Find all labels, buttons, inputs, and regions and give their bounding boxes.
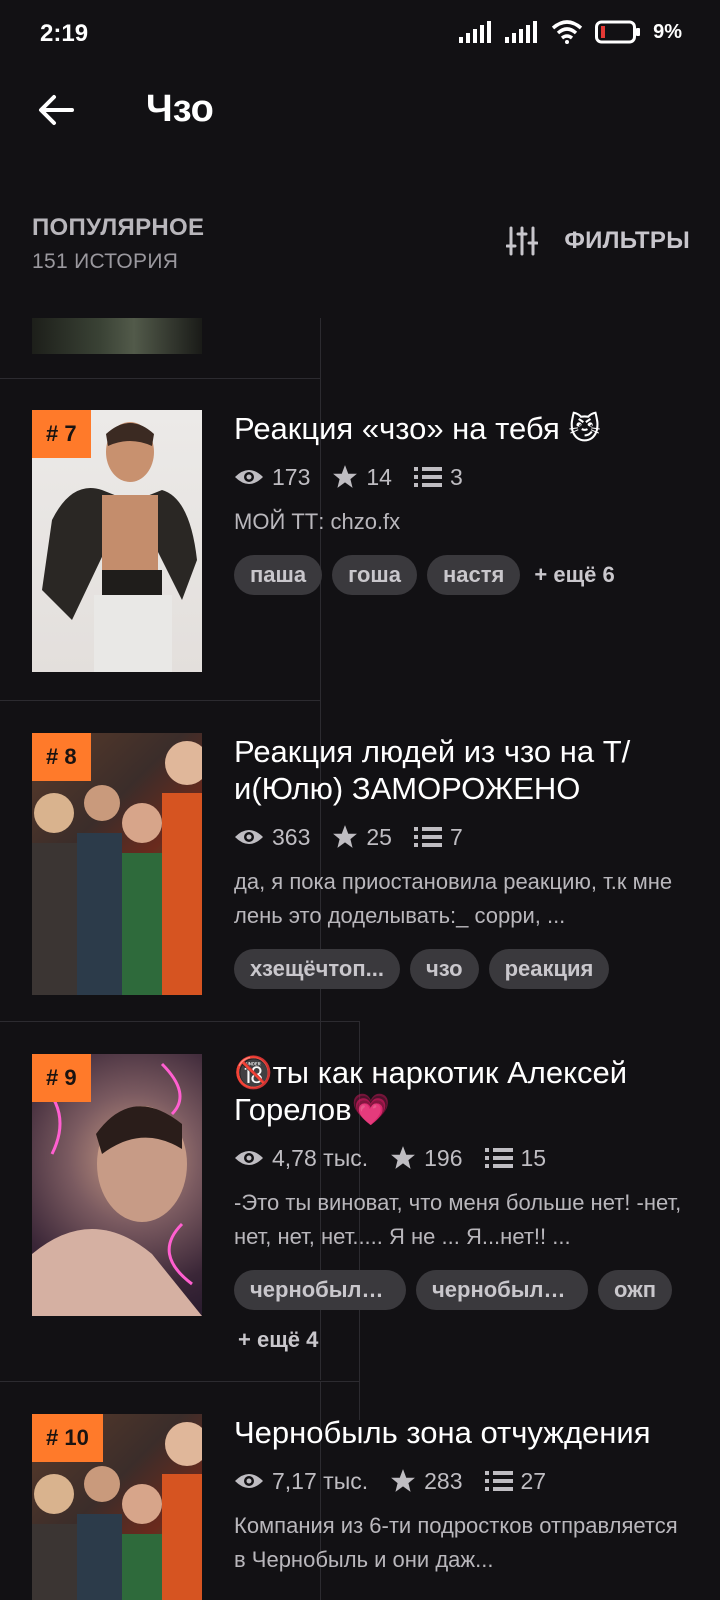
story-description: да, я пока приостановила реакцию, т.к мн…: [234, 869, 673, 928]
story-list[interactable]: # 7 Реакция «чзо» на тебя 😼 173 14 3 МОЙ…: [0, 318, 720, 1600]
tag-list: хзещёчтоп... чзо реакция: [234, 949, 684, 989]
tag-chip[interactable]: реакция: [488, 949, 610, 989]
rank-badge: # 9: [32, 1054, 91, 1102]
divider: [0, 1381, 360, 1382]
divider: [0, 1021, 360, 1022]
eye-icon: [235, 470, 263, 484]
story-info: Реакция людей из чзо на Т/и(Юлю) ЗАМОРОЖ…: [234, 733, 684, 989]
parts-count: 3: [449, 463, 463, 490]
story-title[interactable]: Реакция «чзо» на тебя 😼: [234, 410, 684, 447]
parts-count: 15: [520, 1144, 547, 1171]
story-cover[interactable]: # 8: [32, 733, 202, 995]
votes-count: 25: [366, 823, 392, 850]
parts-list-icon: [413, 467, 442, 487]
story-cover[interactable]: # 9: [32, 1054, 202, 1316]
story-title[interactable]: Чернобыль зона отчуждения: [234, 1414, 684, 1451]
status-icons: 9%: [459, 20, 682, 44]
story-count: 151 ИСТОРИЯ: [32, 250, 179, 273]
divider: [0, 378, 320, 379]
star-icon: [391, 1469, 416, 1492]
views-count: 7,17 тыс.: [272, 1467, 369, 1494]
tag-chip[interactable]: чернобыль...: [234, 1270, 406, 1310]
parts-count: 27: [520, 1467, 547, 1494]
tag-chip[interactable]: гоша: [332, 555, 417, 595]
votes-count: 283: [424, 1467, 463, 1494]
sliders-icon: [506, 226, 539, 256]
story-stats: 363 25 7: [234, 821, 684, 853]
signal-icon: [459, 21, 492, 43]
sort-bar: ПОПУЛЯРНОЕ 151 ИСТОРИЯ ФИЛЬТРЫ: [0, 200, 720, 310]
parts-count: 7: [449, 823, 463, 850]
battery-icon: [595, 20, 641, 44]
status-time: 2:19: [40, 20, 89, 47]
eye-icon: [235, 1474, 263, 1488]
status-bar: 2:19 9%: [0, 0, 720, 70]
story-description: МОЙ ТТ: chzo.fx: [234, 509, 401, 534]
rank-badge: # 7: [32, 410, 91, 458]
views-count: 363: [272, 823, 311, 850]
parts-list-icon: [413, 827, 442, 847]
tag-chip[interactable]: паша: [234, 555, 323, 595]
parts-list-icon: [484, 1148, 513, 1168]
eye-icon: [235, 830, 263, 844]
back-arrow-icon[interactable]: [36, 90, 76, 130]
story-stats: 173 14 3: [234, 461, 684, 493]
wifi-icon: [551, 20, 583, 44]
story-cover[interactable]: # 10: [32, 1414, 202, 1600]
votes-count: 196: [424, 1144, 463, 1171]
sort-label[interactable]: ПОПУЛЯРНОЕ: [32, 214, 204, 242]
more-tags[interactable]: + ещё 4: [234, 1320, 322, 1360]
story-cover-partial[interactable]: [32, 318, 202, 354]
tag-list: паша гоша настя + ещё 6: [234, 555, 684, 595]
app-bar: Чзо: [0, 70, 720, 160]
views-count: 173: [272, 463, 311, 490]
story-description: -Это ты виноват, что меня больше нет! -н…: [234, 1190, 682, 1249]
filters-label: ФИЛЬТРЫ: [564, 227, 690, 254]
tag-chip[interactable]: хзещёчтоп...: [234, 949, 400, 989]
tag-chip[interactable]: ожп: [598, 1270, 673, 1310]
story-info: 🔞ты как наркотик Алексей Горелов💗 4,78 т…: [234, 1054, 684, 1360]
filters-button[interactable]: ФИЛЬТРЫ: [506, 226, 690, 256]
story-info: Реакция «чзо» на тебя 😼 173 14 3 МОЙ ТТ:…: [234, 410, 684, 595]
tag-chip[interactable]: настя: [427, 555, 521, 595]
rank-badge: # 8: [32, 733, 91, 781]
tag-chip[interactable]: чзо: [409, 949, 479, 989]
story-stats: 7,17 тыс. 283 27: [234, 1465, 684, 1497]
parts-list-icon: [484, 1471, 513, 1491]
views-count: 4,78 тыс.: [272, 1144, 369, 1171]
star-icon: [333, 825, 358, 848]
tag-list: чернобыль... чернобыль... ожп + ещё 4: [234, 1270, 684, 1360]
story-title[interactable]: Реакция людей из чзо на Т/и(Юлю) ЗАМОРОЖ…: [234, 733, 684, 807]
more-tags[interactable]: + ещё 6: [530, 555, 618, 595]
story-description: Компания из 6-ти подростков отправляется…: [234, 1513, 678, 1572]
votes-count: 14: [366, 463, 392, 490]
story-info: Чернобыль зона отчуждения 7,17 тыс. 283 …: [234, 1414, 684, 1577]
tag-chip[interactable]: чернобыль...: [416, 1270, 588, 1310]
signal-icon-2: [505, 21, 538, 43]
battery-percent: 9%: [653, 20, 682, 43]
rank-badge: # 10: [32, 1414, 103, 1462]
story-stats: 4,78 тыс. 196 15: [234, 1142, 684, 1174]
star-icon: [391, 1146, 416, 1169]
story-title[interactable]: 🔞ты как наркотик Алексей Горелов💗: [234, 1054, 684, 1128]
eye-icon: [235, 1151, 263, 1165]
star-icon: [333, 465, 358, 488]
story-cover[interactable]: # 7: [32, 410, 202, 672]
divider: [0, 700, 320, 701]
page-title: Чзо: [146, 88, 214, 130]
